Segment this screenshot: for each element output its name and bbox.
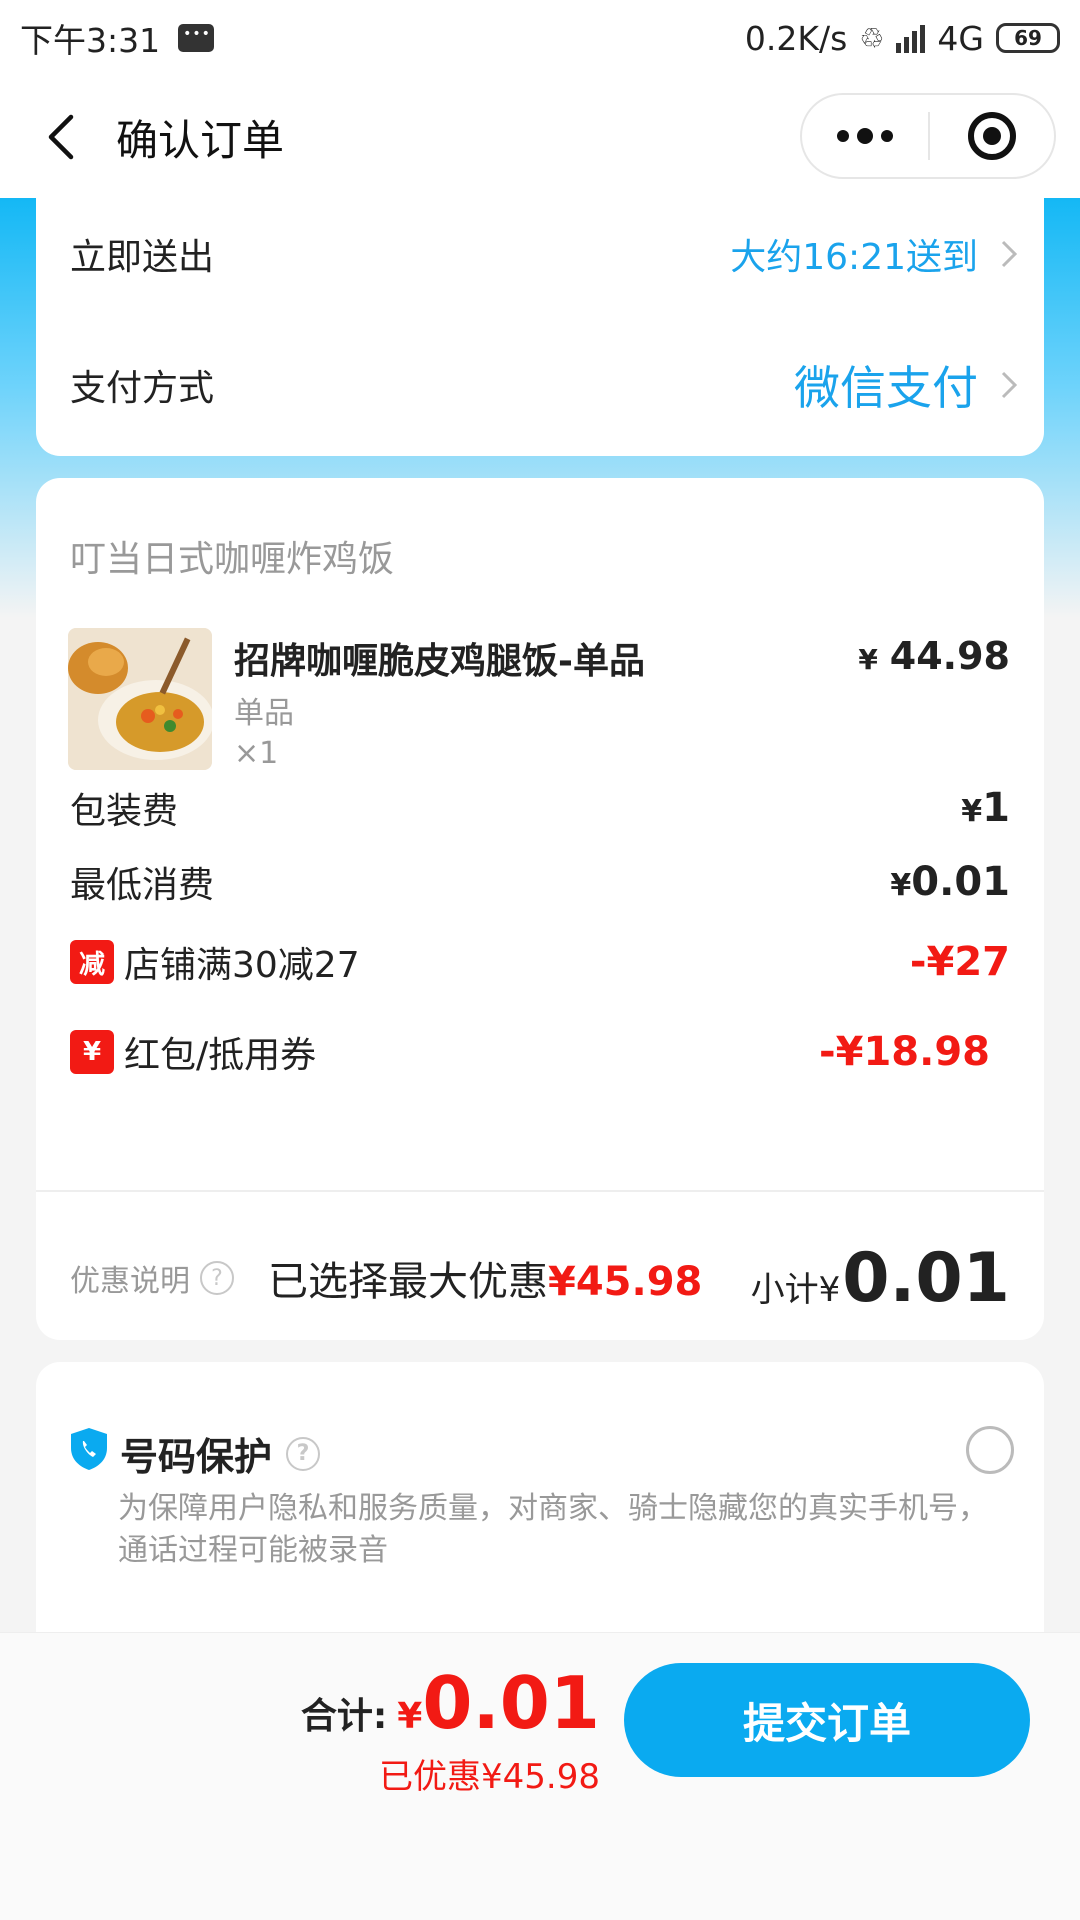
discount-info-label: 优惠说明	[70, 1264, 190, 1299]
subtotal-amount: 0.01	[842, 1238, 1010, 1318]
coupon-amount: -¥18.98	[819, 1029, 990, 1075]
number-protection-description: 为保障用户隐私和服务质量，对商家、骑士隐藏您的真实手机号，通话过程可能被录音	[118, 1491, 988, 1568]
sync-icon: ♲	[859, 21, 885, 55]
delivery-payment-card: 立即送出 大约16:21送到 支付方式 微信支付	[36, 198, 1044, 456]
currency-symbol: ¥	[397, 1696, 423, 1737]
chevron-right-icon	[1001, 240, 1018, 268]
price-summary: 优惠说明 ? 已选择最大优惠¥45.98 小计¥ 0.01	[70, 1238, 1010, 1318]
shop-discount-label: 店铺满30减27	[124, 945, 360, 986]
status-bar: 下午3:31 0.2K/s ♲ 4G 69	[0, 0, 1080, 76]
subtotal-label: 小计¥	[750, 1269, 841, 1310]
chevron-right-icon	[1001, 371, 1018, 399]
food-price-value: 44.98	[889, 634, 1010, 678]
shop-discount-row: 减 店铺满30减27 -¥27	[70, 932, 1010, 992]
minimum-charge-label: 最低消费	[70, 865, 215, 906]
discount-info-link[interactable]: 优惠说明 ?	[70, 1256, 234, 1300]
max-discount-amount: ¥45.98	[548, 1259, 703, 1305]
discount-tag-icon: 减	[70, 940, 114, 984]
currency-symbol: ¥	[890, 868, 912, 903]
max-discount-text: 已选择最大优惠¥45.98	[268, 1249, 702, 1307]
coupon-label: 红包/抵用券	[124, 1035, 317, 1076]
page-title: 确认订单	[116, 115, 285, 165]
network-type: 4G	[937, 18, 984, 58]
target-icon	[968, 112, 1016, 160]
payment-method-value: 微信支付	[794, 361, 978, 415]
close-mini-program-button[interactable]	[930, 95, 1054, 177]
delivery-time-row[interactable]: 立即送出 大约16:21送到	[70, 218, 1018, 290]
navigation-bar: 确认订单	[0, 76, 1080, 198]
food-quantity: ×1	[234, 736, 279, 771]
packing-fee-row: 包装费 ¥1	[70, 778, 1010, 838]
number-protection-card: 号码保护 ? 为保障用户隐私和服务质量，对商家、骑士隐藏您的真实手机号，通话过程…	[36, 1362, 1044, 1662]
total-amount: 0.01	[422, 1661, 600, 1745]
help-icon[interactable]: ?	[200, 1261, 234, 1295]
packing-fee-amount: 1	[982, 785, 1010, 831]
delivery-label: 立即送出	[70, 237, 215, 278]
minimum-charge-row: 最低消费 ¥0.01	[70, 852, 1010, 912]
signal-icon	[896, 23, 926, 53]
coupon-row[interactable]: ¥ 红包/抵用券 -¥18.98	[70, 1022, 1010, 1082]
status-time: 下午3:31	[20, 21, 161, 60]
mini-program-capsule	[800, 93, 1056, 179]
minimum-charge-amount: 0.01	[911, 859, 1010, 905]
food-spec: 单品	[234, 696, 294, 731]
coupon-tag-icon: ¥	[70, 1030, 114, 1074]
network-speed: 0.2K/s	[744, 18, 848, 58]
payment-label: 支付方式	[70, 368, 215, 409]
number-protection-radio[interactable]	[966, 1426, 1014, 1474]
payment-method-row[interactable]: 支付方式 微信支付	[70, 340, 1018, 430]
currency-symbol: ¥	[961, 794, 983, 829]
order-total: 合计: ¥ 0.01 已优惠¥45.98	[301, 1661, 600, 1798]
shop-name: 叮当日式咖喱炸鸡饭	[70, 539, 395, 580]
food-image	[68, 628, 212, 770]
currency-symbol: ¥	[858, 643, 878, 676]
max-discount-label: 已选择最大优惠	[268, 1259, 548, 1305]
number-protection-label: 号码保护	[120, 1435, 273, 1479]
delivery-time-value: 大约16:21送到	[730, 237, 978, 278]
back-arrow-icon[interactable]	[12, 87, 108, 187]
packing-fee-label: 包装费	[70, 791, 179, 832]
submit-order-button[interactable]: 提交订单	[624, 1663, 1030, 1777]
battery-icon: 69	[996, 23, 1060, 53]
message-icon	[178, 24, 215, 52]
more-icon[interactable]	[802, 95, 928, 177]
subtotal: 小计¥ 0.01	[751, 1239, 1010, 1318]
number-protection-title: 号码保护 ?	[120, 1426, 321, 1481]
total-label: 合计:	[300, 1696, 388, 1737]
help-icon[interactable]: ?	[286, 1436, 321, 1471]
food-title: 招牌咖喱脆皮鸡腿饭-单品	[234, 641, 645, 682]
shield-phone-icon	[71, 1428, 107, 1470]
checkout-bar: 合计: ¥ 0.01 已优惠¥45.98 提交订单	[0, 1632, 1080, 1920]
order-detail-card: 叮当日式咖喱炸鸡饭 招牌咖喱脆皮鸡腿饭-单品 单品 ×1 ¥44.98 包装费 …	[36, 478, 1044, 1340]
saved-amount: 已优惠¥45.98	[379, 1757, 600, 1797]
divider	[36, 1190, 1044, 1192]
food-price: ¥44.98	[858, 634, 1010, 678]
shop-discount-amount: -¥27	[909, 939, 1010, 985]
